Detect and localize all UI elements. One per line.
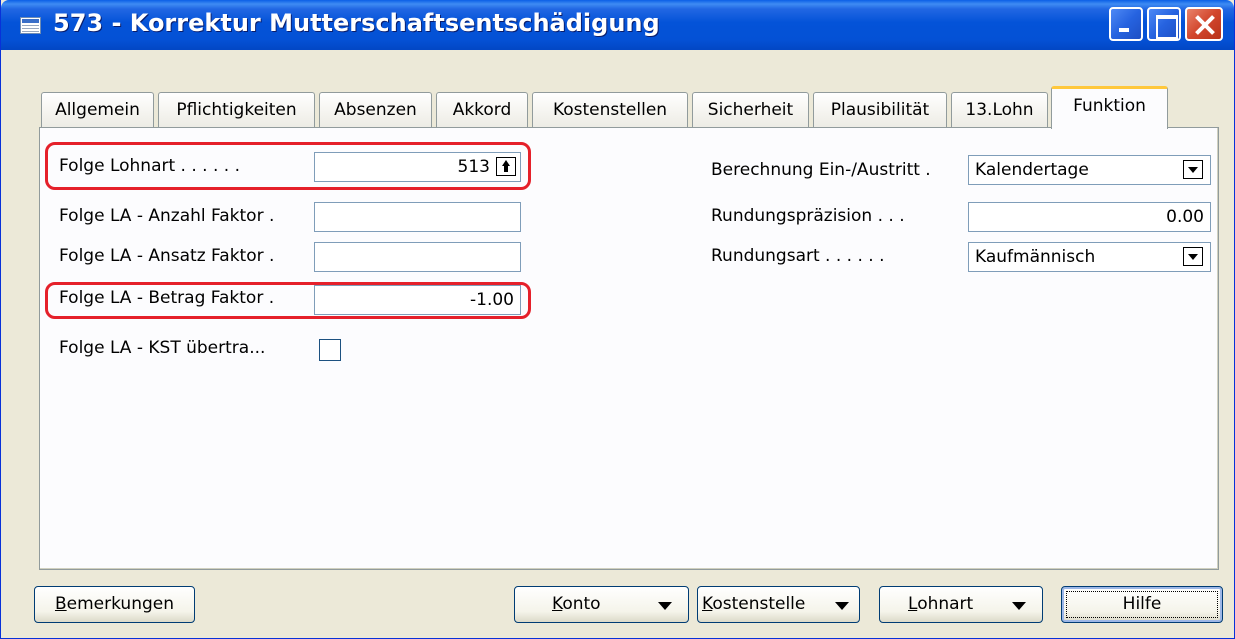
- maximize-button[interactable]: [1147, 7, 1181, 41]
- rundungsart-label: Rundungsart . . . . . .: [711, 246, 885, 266]
- title-bar[interactable]: 573 - Korrektur Mutterschaftsentschädigu…: [1, 0, 1234, 50]
- tab-13-lohn[interactable]: 13.Lohn: [951, 92, 1048, 128]
- form-icon: [20, 17, 41, 34]
- lohnart-button[interactable]: Lohnart: [879, 586, 1043, 623]
- chevron-down-icon: [1012, 602, 1026, 610]
- kst-uebertragen-checkbox[interactable]: [319, 339, 341, 361]
- hilfe-button[interactable]: Hilfe: [1061, 586, 1223, 623]
- tab-plausibilitaet[interactable]: Plausibilität: [813, 92, 947, 128]
- lookup-up-arrow-icon[interactable]: [496, 157, 516, 176]
- chevron-down-icon: [835, 602, 849, 610]
- betrag-faktor-field[interactable]: -1.00: [314, 285, 521, 315]
- dropdown-arrow-icon[interactable]: [1183, 247, 1203, 266]
- rundungspraezision-field[interactable]: 0.00: [968, 202, 1211, 232]
- rundungsart-select[interactable]: Kaufmännisch: [968, 242, 1211, 272]
- anzahl-faktor-label: Folge LA - Anzahl Faktor .: [59, 206, 275, 226]
- folge-lohnart-label: Folge Lohnart . . . . . .: [59, 156, 240, 176]
- tab-allgemein[interactable]: Allgemein: [41, 92, 154, 128]
- close-button[interactable]: [1185, 7, 1223, 41]
- rundungspraezision-label: Rundungspräzision . . .: [711, 206, 905, 226]
- ansatz-faktor-label: Folge LA - Ansatz Faktor .: [59, 246, 275, 266]
- tab-pflichtigkeiten[interactable]: Pflichtigkeiten: [158, 92, 315, 128]
- berechnung-label: Berechnung Ein-/Austritt .: [711, 160, 931, 180]
- chevron-down-icon: [658, 602, 672, 610]
- dropdown-arrow-icon[interactable]: [1183, 160, 1203, 179]
- window-title: 573 - Korrektur Mutterschaftsentschädigu…: [53, 9, 660, 37]
- berechnung-value: Kalendertage: [975, 160, 1089, 180]
- folge-lohnart-field[interactable]: 513: [314, 152, 521, 182]
- ansatz-faktor-field[interactable]: [314, 242, 521, 272]
- tab-funktion[interactable]: Funktion: [1051, 86, 1168, 129]
- tab-kostenstellen[interactable]: Kostenstellen: [532, 92, 688, 128]
- betrag-faktor-label: Folge LA - Betrag Faktor .: [59, 288, 275, 308]
- berechnung-select[interactable]: Kalendertage: [968, 155, 1211, 185]
- rundungsart-value: Kaufmännisch: [975, 247, 1096, 267]
- focus-rectangle: [1066, 591, 1218, 618]
- tab-akkord[interactable]: Akkord: [436, 92, 528, 128]
- bemerkungen-button[interactable]: Bemerkungen: [34, 586, 195, 623]
- tab-absenzen[interactable]: Absenzen: [319, 92, 432, 128]
- minimize-button[interactable]: [1109, 7, 1143, 41]
- kst-uebertragen-label: Folge LA - KST übertra...: [59, 338, 266, 358]
- window: 573 - Korrektur Mutterschaftsentschädigu…: [0, 0, 1235, 639]
- kostenstelle-button[interactable]: Kostenstelle: [697, 586, 860, 623]
- folge-lohnart-value: 513: [457, 157, 490, 177]
- anzahl-faktor-field[interactable]: [314, 202, 521, 232]
- tab-sicherheit[interactable]: Sicherheit: [692, 92, 809, 128]
- konto-button[interactable]: Konto: [514, 586, 689, 623]
